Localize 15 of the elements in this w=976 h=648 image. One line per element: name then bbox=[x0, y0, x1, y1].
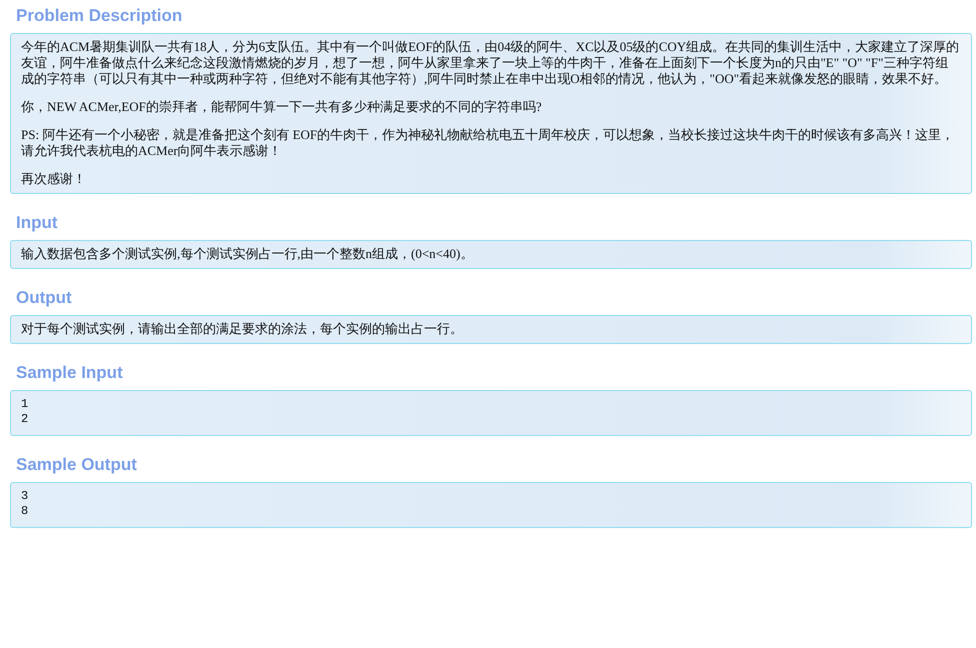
paragraph: 你，NEW ACMer,EOF的崇拜者，能帮阿牛算一下一共有多少种满足要求的不同的字符串吗? bbox=[21, 99, 543, 115]
paragraph: 再次感谢！ bbox=[21, 171, 87, 187]
sample-line: 8 bbox=[21, 504, 30, 519]
sample-line: 2 bbox=[21, 412, 30, 427]
paragraph: 输入数据包含多个测试实例,每个测试实例占一行,由一个整数n组成，(0<n<40)。 bbox=[21, 246, 474, 262]
sample-line: 3 bbox=[21, 489, 30, 504]
paragraph: 对于每个测试实例，请输出全部的满足要求的涂法，每个实例的输出占一行。 bbox=[21, 321, 464, 337]
section-heading: Sample Output bbox=[16, 454, 138, 476]
section-heading: Input bbox=[16, 212, 59, 234]
section-heading: Problem Description bbox=[16, 5, 184, 27]
sample-line: 1 bbox=[21, 397, 30, 412]
section-heading: Output bbox=[16, 287, 73, 309]
paragraph: 今年的ACM暑期集训队一共有18人，分为6支队伍。其中有一个叫做EOF的队伍，由04级的阿牛、XC以及05级的COY组成。在共同的集训生活中，大家建立了深厚的友谊，阿牛准备做点什么来纪念这段激情燃烧的岁月，想了一想，阿牛从家里拿来了一块上等的牛肉干，准备在上面刻下一个长度为n的只由"E" "O" "F"三种字符组成的字符串（可以只有其中一种或两种字符，但绝对不能有其他字符）,阿牛同时禁止在串中出现O相邻的情况，他认为，"OO"看起来就像发怒的眼睛，效果不好。 bbox=[21, 39, 960, 87]
paragraph: PS: 阿牛还有一个小秘密，就是准备把这个刻有 EOF的牛肉干，作为神秘礼物献给杭电五十周年校庆，可以想象，当校长接过这块牛肉干的时候该有多高兴！这里，请允许我代表杭电的ACMer向阿牛表示感谢！ bbox=[21, 127, 956, 159]
section-heading: Sample Input bbox=[16, 362, 124, 384]
